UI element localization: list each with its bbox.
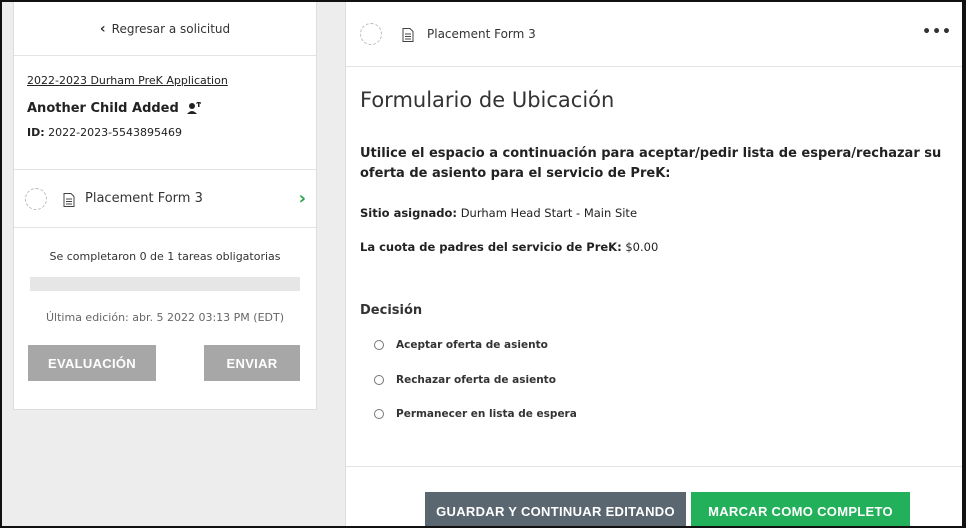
progress-section: Se completaron 0 de 1 tareas obligatoria… xyxy=(14,228,316,324)
form-title: Formulario de Ubicación xyxy=(360,88,615,112)
back-link-label: Regresar a solicitud xyxy=(111,21,231,36)
header-title: Placement Form 3 xyxy=(427,27,536,41)
radio-label: Aceptar oferta de asiento xyxy=(396,339,548,351)
status-circle-icon xyxy=(360,23,382,45)
radio-button[interactable] xyxy=(374,340,384,350)
window-edge xyxy=(962,2,964,526)
document-icon xyxy=(402,27,414,42)
divider xyxy=(346,466,964,467)
parent-fee-label: La cuota de padres del servicio de PreK: xyxy=(360,240,622,254)
application-id: ID: 2022-2023-5543895469 xyxy=(27,126,303,139)
document-icon xyxy=(63,192,75,207)
application-info: 2022-2023 Durham PreK Application Anothe… xyxy=(14,56,316,170)
user-switch-icon[interactable] xyxy=(186,102,201,115)
sidebar-item-placement-form[interactable]: Placement Form 3 › xyxy=(14,170,316,228)
child-name-row: Another Child Added xyxy=(27,101,303,116)
last-edit-timestamp: Última edición: abr. 5 2022 03:13 PM (ED… xyxy=(46,311,284,324)
submit-button[interactable]: ENVIAR xyxy=(204,345,300,381)
chevron-left-icon: ‹ xyxy=(99,20,106,37)
main-content: Placement Form 3 ••• Formulario de Ubica… xyxy=(345,2,964,526)
application-id-label: ID: xyxy=(27,126,45,139)
child-name: Another Child Added xyxy=(27,101,179,116)
assigned-site-value: Durham Head Start - Main Site xyxy=(460,206,638,220)
radio-button[interactable] xyxy=(374,375,384,385)
decision-label: Decisión xyxy=(360,303,423,318)
form-instructions: Utilice el espacio a continuación para a… xyxy=(360,146,942,181)
sidebar-card: ‹ Regresar a solicitud 2022-2023 Durham … xyxy=(13,2,317,410)
application-id-value: 2022-2023-5543895469 xyxy=(48,126,183,139)
radio-accept-seat[interactable]: Aceptar oferta de asiento xyxy=(374,339,548,351)
progress-bar xyxy=(30,277,300,291)
radio-button[interactable] xyxy=(374,409,384,419)
radio-label: Permanecer en lista de espera xyxy=(396,408,577,420)
progress-text: Se completaron 0 de 1 tareas obligatoria… xyxy=(49,250,281,263)
back-to-application-link[interactable]: ‹ Regresar a solicitud xyxy=(14,2,316,56)
sidebar-item-label: Placement Form 3 xyxy=(85,191,203,206)
more-options-icon[interactable]: ••• xyxy=(922,24,952,40)
sidebar-actions: EVALUACIÓN ENVIAR xyxy=(28,345,300,381)
mark-complete-button[interactable]: MARCAR COMO COMPLETO xyxy=(691,492,910,526)
radio-decline-seat[interactable]: Rechazar oferta de asiento xyxy=(374,374,556,386)
evaluation-button[interactable]: EVALUACIÓN xyxy=(28,345,156,381)
parent-fee-value: $0.00 xyxy=(625,240,659,254)
chevron-right-icon: › xyxy=(298,188,306,209)
assigned-site-label: Sitio asignado: xyxy=(360,206,458,220)
status-circle-icon xyxy=(25,187,47,210)
app-window: ‹ Regresar a solicitud 2022-2023 Durham … xyxy=(0,0,966,528)
save-and-continue-button[interactable]: GUARDAR Y CONTINUAR EDITANDO xyxy=(425,492,686,526)
sidebar: ‹ Regresar a solicitud 2022-2023 Durham … xyxy=(2,2,345,526)
parent-fee: La cuota de padres del servicio de PreK:… xyxy=(360,240,658,254)
application-title-link[interactable]: 2022-2023 Durham PreK Application xyxy=(27,74,303,87)
form-header: Placement Form 3 xyxy=(346,2,964,67)
radio-waitlist[interactable]: Permanecer en lista de espera xyxy=(374,408,577,420)
radio-label: Rechazar oferta de asiento xyxy=(396,374,556,386)
assigned-site: Sitio asignado: Durham Head Start - Main… xyxy=(360,206,637,220)
